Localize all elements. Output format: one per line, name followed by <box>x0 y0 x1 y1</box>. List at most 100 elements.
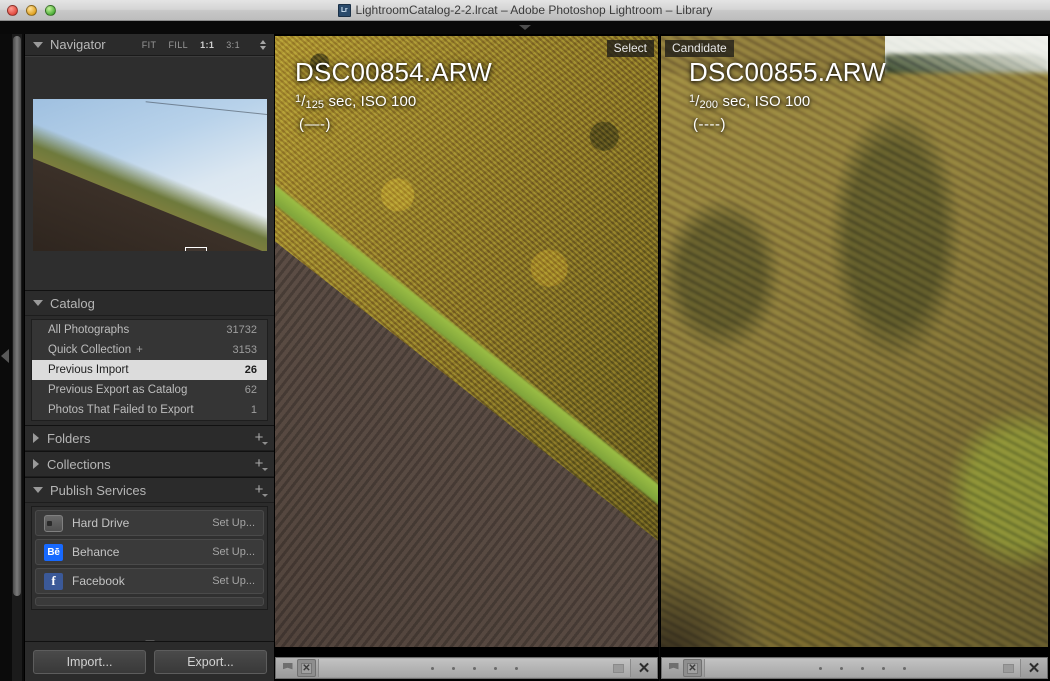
zoom-mode-3to1[interactable]: 3:1 <box>226 40 240 50</box>
catalog-title: Catalog <box>50 296 266 311</box>
add-collection-icon[interactable]: + <box>252 457 266 471</box>
publish-service-setup-link[interactable]: Set Up... <box>212 517 255 529</box>
publish-services-section-header[interactable]: Publish Services + <box>25 477 274 503</box>
catalog-item-count: 62 <box>245 384 257 396</box>
lightroom-window: Lr LightroomCatalog-2-2.lrcat – Adobe Ph… <box>0 0 1050 681</box>
publish-service-hard-drive[interactable]: Hard Drive Set Up... <box>35 510 264 536</box>
folders-disclosure-icon[interactable] <box>33 433 39 443</box>
rating-dot[interactable] <box>903 667 906 670</box>
navigator-view-rectangle[interactable] <box>185 247 207 251</box>
candidate-badge: Candidate <box>665 40 734 57</box>
left-panel-scrollbar-thumb[interactable] <box>13 36 21 596</box>
window-title: LightroomCatalog-2-2.lrcat – Adobe Photo… <box>356 3 713 17</box>
rating-dot[interactable] <box>861 667 864 670</box>
hard-drive-icon <box>44 515 63 532</box>
top-module-strip <box>0 21 1050 34</box>
publish-service-label: Behance <box>72 545 212 559</box>
publish-service-partial-row[interactable] <box>35 597 264 606</box>
catalog-item-photos-that-failed-to-export[interactable]: Photos That Failed to Export 1 <box>32 400 267 420</box>
minimize-window-button[interactable] <box>26 5 37 16</box>
collections-section-header[interactable]: Collections + <box>25 451 274 477</box>
catalog-disclosure-icon[interactable] <box>33 300 43 306</box>
candidate-pane[interactable]: Candidate DSC00855.ARW 1/200 sec, ISO 10… <box>660 34 1050 681</box>
select-flag-pick-button[interactable] <box>278 659 297 677</box>
navigator-title: Navigator <box>50 37 142 52</box>
close-window-button[interactable] <box>7 5 18 16</box>
catalog-item-label: Previous Export as Catalog <box>48 384 245 396</box>
collapse-left-panel-icon[interactable] <box>1 349 9 363</box>
add-publish-service-icon[interactable]: + <box>252 483 266 497</box>
rating-dot[interactable] <box>840 667 843 670</box>
flag-reject-icon: ✕ <box>301 663 312 674</box>
zoom-mode-fit[interactable]: FIT <box>142 40 157 50</box>
flag-icon <box>669 663 679 674</box>
rating-dot[interactable] <box>494 667 497 670</box>
show-module-picker-icon[interactable] <box>519 25 531 30</box>
catalog-item-label: All Photographs <box>48 324 226 336</box>
candidate-flag-reject-button[interactable]: ✕ <box>683 659 702 677</box>
navigator-disclosure-icon[interactable] <box>33 42 43 48</box>
compare-view-stage: Select DSC00854.ARW 1/125 sec, ISO 100 (… <box>274 34 1050 681</box>
candidate-photo-image <box>661 36 1048 647</box>
catalog-item-count: 3153 <box>233 344 257 356</box>
color-label-swatch[interactable] <box>1003 664 1014 673</box>
catalog-list: All Photographs 31732 Quick Collection+ … <box>31 319 268 421</box>
rating-dot[interactable] <box>819 667 822 670</box>
publish-services-title: Publish Services <box>50 483 252 498</box>
zoom-level-stepper-icon[interactable] <box>260 40 266 50</box>
publish-service-setup-link[interactable]: Set Up... <box>212 575 255 587</box>
catalog-item-label: Photos That Failed to Export <box>48 404 251 416</box>
rating-dot[interactable] <box>515 667 518 670</box>
export-button[interactable]: Export... <box>154 650 267 674</box>
add-folder-icon[interactable]: + <box>252 431 266 445</box>
publish-service-setup-link[interactable]: Set Up... <box>212 546 255 558</box>
candidate-rating-strip[interactable] <box>704 659 1021 677</box>
candidate-photo[interactable]: Candidate DSC00855.ARW 1/200 sec, ISO 10… <box>661 36 1048 647</box>
flag-icon <box>283 663 293 674</box>
select-flag-reject-button[interactable]: ✕ <box>297 659 316 677</box>
folders-section-header[interactable]: Folders + <box>25 425 274 451</box>
zoom-mode-fill[interactable]: FILL <box>168 40 188 50</box>
select-pane[interactable]: Select DSC00854.ARW 1/125 sec, ISO 100 (… <box>274 34 659 681</box>
collections-title: Collections <box>47 457 252 472</box>
select-rating-strip[interactable] <box>318 659 631 677</box>
catalog-item-label: Previous Import <box>48 364 245 376</box>
navigator-preview[interactable] <box>25 56 274 290</box>
navigator-header[interactable]: Navigator FIT FILL 1:1 3:1 <box>25 34 274 56</box>
color-label-swatch[interactable] <box>613 664 624 673</box>
select-close-button[interactable]: ✕ <box>633 659 655 677</box>
catalog-item-count: 31732 <box>226 324 257 336</box>
collections-disclosure-icon[interactable] <box>33 459 39 469</box>
catalog-item-quick-collection[interactable]: Quick Collection+ 3153 <box>32 340 267 360</box>
select-photo[interactable]: Select DSC00854.ARW 1/125 sec, ISO 100 (… <box>275 36 658 647</box>
publish-service-label: Facebook <box>72 574 212 588</box>
navigator-thumbnail[interactable] <box>33 99 267 251</box>
behance-icon: Bē <box>44 544 63 561</box>
rating-dot[interactable] <box>431 667 434 670</box>
catalog-item-previous-export-as-catalog[interactable]: Previous Export as Catalog 62 <box>32 380 267 400</box>
catalog-section-header[interactable]: Catalog <box>25 290 274 316</box>
publish-service-behance[interactable]: Bē Behance Set Up... <box>35 539 264 565</box>
candidate-close-button[interactable]: ✕ <box>1023 659 1045 677</box>
catalog-item-all-photographs[interactable]: All Photographs 31732 <box>32 320 267 340</box>
left-panel: Navigator FIT FILL 1:1 3:1 <box>24 34 274 681</box>
catalog-item-count: 26 <box>245 364 257 376</box>
zoom-mode-1to1[interactable]: 1:1 <box>200 40 214 50</box>
publish-service-facebook[interactable]: f Facebook Set Up... <box>35 568 264 594</box>
rating-dot[interactable] <box>473 667 476 670</box>
shadow-corner-region <box>661 549 769 647</box>
rating-dot[interactable] <box>452 667 455 670</box>
publish-service-label: Hard Drive <box>72 516 212 530</box>
left-panel-scrollbar[interactable] <box>12 34 22 681</box>
select-toolbar: ✕ ✕ <box>275 657 658 679</box>
publish-services-disclosure-icon[interactable] <box>33 487 43 493</box>
import-button[interactable]: Import... <box>33 650 146 674</box>
facebook-icon: f <box>44 573 63 590</box>
catalog-item-previous-import[interactable]: Previous Import 26 <box>32 360 267 380</box>
window-title-bar: Lr LightroomCatalog-2-2.lrcat – Adobe Ph… <box>0 0 1050 21</box>
rating-dot[interactable] <box>882 667 885 670</box>
title-center: Lr LightroomCatalog-2-2.lrcat – Adobe Ph… <box>0 3 1050 17</box>
catalog-item-label: Quick Collection+ <box>48 344 233 356</box>
candidate-flag-pick-button[interactable] <box>664 659 683 677</box>
zoom-window-button[interactable] <box>45 5 56 16</box>
